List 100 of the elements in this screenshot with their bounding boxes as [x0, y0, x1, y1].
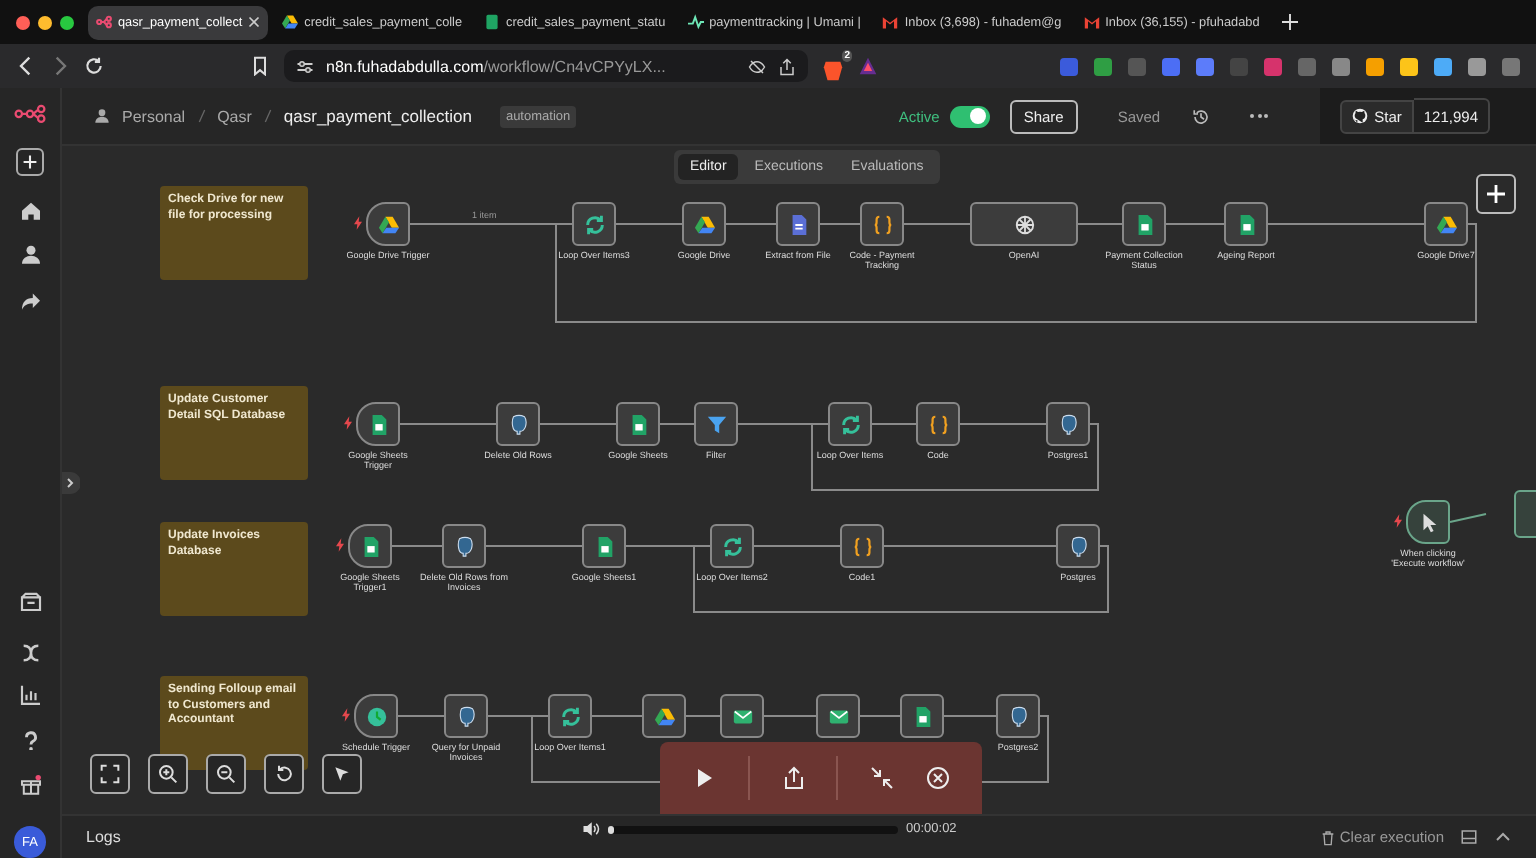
- connector-line: [903, 223, 971, 225]
- postgres-node[interactable]: [496, 402, 540, 446]
- openai-node[interactable]: [970, 202, 1078, 246]
- eye-off-icon[interactable]: [748, 57, 766, 75]
- connector-line: [591, 715, 643, 717]
- workflow-name[interactable]: qasr_payment_collection: [283, 106, 472, 126]
- loop-node[interactable]: [572, 202, 616, 246]
- minimize-icon[interactable]: [870, 766, 895, 790]
- clock-icon: [365, 705, 387, 727]
- user-icon[interactable]: [19, 244, 41, 267]
- mail-icon: [882, 14, 899, 30]
- refresh-icon: [583, 213, 605, 235]
- filter-node[interactable]: [694, 402, 738, 446]
- code-node[interactable]: [840, 524, 884, 568]
- help-icon[interactable]: [19, 729, 41, 751]
- sheet-icon: [1235, 213, 1257, 235]
- connector-line: [539, 423, 617, 425]
- tidy-up-button[interactable]: [322, 754, 362, 794]
- nodes-icon: [96, 14, 112, 30]
- gift-icon[interactable]: [19, 774, 41, 797]
- knot-icon: [1013, 213, 1035, 235]
- sheet-icon: [367, 413, 389, 435]
- code-node[interactable]: [860, 202, 904, 246]
- close-icon[interactable]: [248, 16, 261, 28]
- chart-icon[interactable]: [19, 683, 41, 706]
- sheets-node[interactable]: [348, 524, 392, 568]
- gmail-node[interactable]: [720, 694, 764, 738]
- bookmark-icon[interactable]: [250, 56, 270, 76]
- file-node[interactable]: [776, 202, 820, 246]
- schedule-node[interactable]: [354, 694, 398, 738]
- connector-line: [1077, 223, 1123, 225]
- drive-node[interactable]: [682, 202, 726, 246]
- connector-line: [659, 423, 695, 425]
- sheets-node[interactable]: [900, 694, 944, 738]
- undo-icon: [274, 764, 294, 784]
- connector-line: [1449, 513, 1487, 523]
- refresh-icon: [839, 413, 861, 435]
- back-icon[interactable]: [16, 56, 36, 76]
- sheets-node[interactable]: [1224, 202, 1268, 246]
- postgres-node[interactable]: [996, 694, 1040, 738]
- loop-node[interactable]: [548, 694, 592, 738]
- fit-view-button[interactable]: [90, 754, 130, 794]
- reload-icon[interactable]: [84, 56, 104, 76]
- bolt-icon: [342, 708, 350, 722]
- panel-icon[interactable]: [1460, 828, 1478, 846]
- loop-node[interactable]: [828, 402, 872, 446]
- connector-line: [391, 545, 443, 547]
- reset-button[interactable]: [264, 754, 304, 794]
- new-tab-icon[interactable]: [1281, 14, 1298, 30]
- workflow-canvas[interactable]: [62, 146, 1536, 814]
- connector-line: [959, 423, 1047, 425]
- drive-node[interactable]: [1424, 202, 1468, 246]
- breadcrumb-link[interactable]: Qasr: [217, 107, 252, 125]
- sliders-icon: [296, 57, 314, 75]
- active-toggle[interactable]: [949, 105, 990, 127]
- package-icon[interactable]: [19, 592, 41, 614]
- logs-title[interactable]: Logs: [86, 828, 121, 846]
- triangle-icon: [377, 213, 399, 235]
- loop-node[interactable]: [710, 524, 754, 568]
- chevron-up-icon[interactable]: [1494, 828, 1512, 846]
- triangle-icon[interactable]: [858, 56, 878, 76]
- forward-icon[interactable]: [50, 56, 70, 76]
- postgres-node[interactable]: [1046, 402, 1090, 446]
- sheet-icon: [359, 535, 381, 557]
- zoom-out-button[interactable]: [206, 754, 246, 794]
- postgres-node[interactable]: [1056, 524, 1100, 568]
- sheet-icon: [593, 535, 615, 557]
- add-node-button[interactable]: [1476, 174, 1516, 214]
- sheets-node[interactable]: [1122, 202, 1166, 246]
- pulse-icon: [687, 14, 704, 30]
- gmail-node[interactable]: [816, 694, 860, 738]
- funnel-icon: [705, 413, 727, 435]
- home-icon[interactable]: [19, 199, 41, 221]
- postgres-node[interactable]: [442, 524, 486, 568]
- history-icon[interactable]: [1192, 107, 1211, 125]
- code-node[interactable]: [916, 402, 960, 446]
- volume-icon[interactable]: [582, 820, 600, 838]
- drive-node[interactable]: [366, 202, 410, 246]
- zoom-in-button[interactable]: [148, 754, 188, 794]
- expand-icon[interactable]: [62, 472, 80, 494]
- slash-icon: [263, 108, 272, 124]
- sheets-node[interactable]: [616, 402, 660, 446]
- sheets-node[interactable]: [356, 402, 400, 446]
- braces-icon: [927, 413, 949, 435]
- window-controls-icon[interactable]: [16, 15, 74, 29]
- add-button[interactable]: [16, 147, 44, 176]
- bolt-icon: [1394, 514, 1402, 528]
- postgres-node[interactable]: [444, 694, 488, 738]
- sheets-node[interactable]: [582, 524, 626, 568]
- share-icon[interactable]: [778, 57, 796, 75]
- triangle-icon: [1435, 213, 1457, 235]
- address-field[interactable]: n8n.fuhadabdulla.com/workflow/Cn4vCPYyLX...: [284, 50, 808, 82]
- share-arrow-icon[interactable]: [19, 290, 41, 313]
- sheet-icon: [627, 413, 649, 435]
- nodes-logo-icon[interactable]: [14, 104, 46, 124]
- cursor-node[interactable]: [1406, 500, 1450, 544]
- document-icon: [787, 213, 809, 235]
- connector-line: [725, 223, 777, 225]
- breadcrumb-link[interactable]: Personal: [122, 107, 186, 125]
- drive-node[interactable]: [642, 694, 686, 738]
